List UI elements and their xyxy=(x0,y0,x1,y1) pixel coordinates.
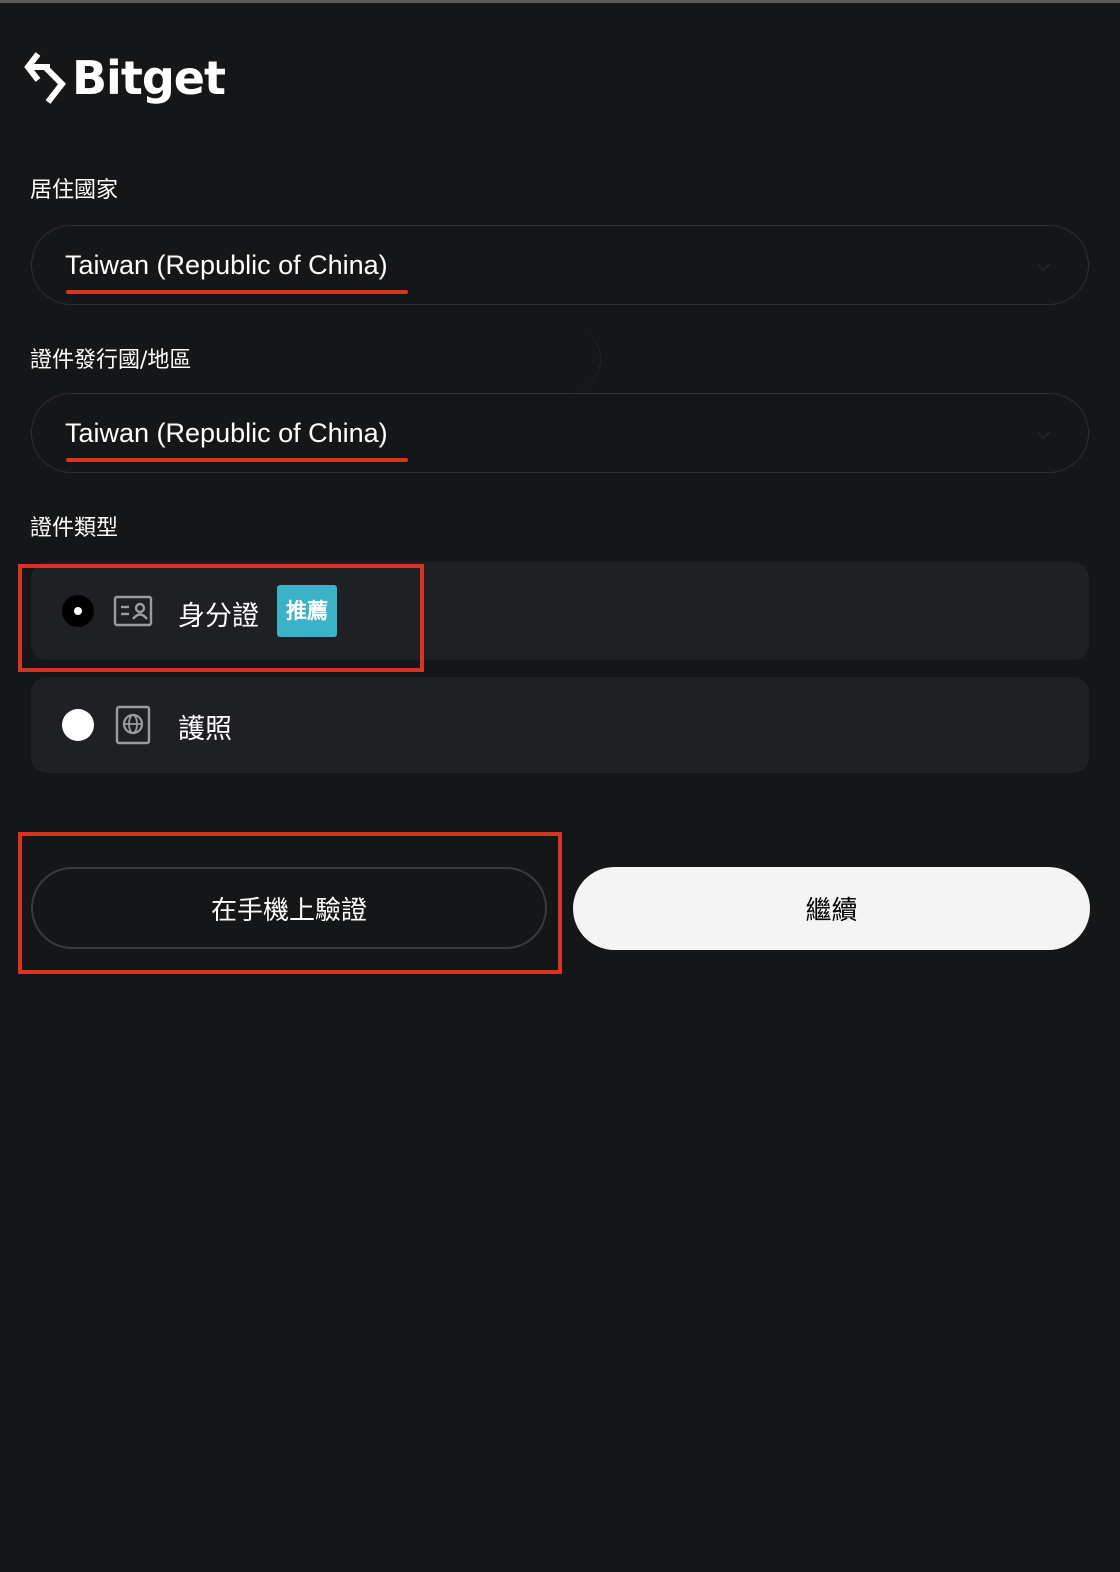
residence-select[interactable]: Taiwan (Republic of China) xyxy=(31,225,1089,305)
document-type-label: 證件類型 xyxy=(30,516,119,541)
annotation-underline xyxy=(66,458,408,462)
bitget-logo-icon xyxy=(24,52,66,104)
residence-value: Taiwan (Republic of China) xyxy=(65,250,388,280)
decorative-outline xyxy=(230,325,601,393)
option-label-passport: 護照 xyxy=(178,714,232,745)
annotation-underline xyxy=(66,290,408,294)
issuing-country-select[interactable]: Taiwan (Republic of China) xyxy=(31,393,1089,473)
residence-label: 居住國家 xyxy=(30,178,119,203)
annotation-box-id-card xyxy=(18,564,424,672)
issuing-country-value: Taiwan (Republic of China) xyxy=(65,418,388,448)
passport-icon xyxy=(115,705,151,745)
issuing-country-label: 證件發行國/地區 xyxy=(30,348,192,373)
continue-button[interactable]: 繼續 xyxy=(573,867,1090,950)
annotation-box-phone-verify xyxy=(18,832,562,974)
bitget-logo: Bitget xyxy=(24,46,226,110)
chevron-down-icon xyxy=(1037,426,1050,439)
chevron-down-icon xyxy=(1037,258,1050,271)
radio-passport[interactable] xyxy=(62,709,94,741)
option-passport[interactable]: 護照 xyxy=(31,677,1089,773)
window-top-border xyxy=(0,0,1120,3)
brand-name: Bitget xyxy=(72,51,226,105)
